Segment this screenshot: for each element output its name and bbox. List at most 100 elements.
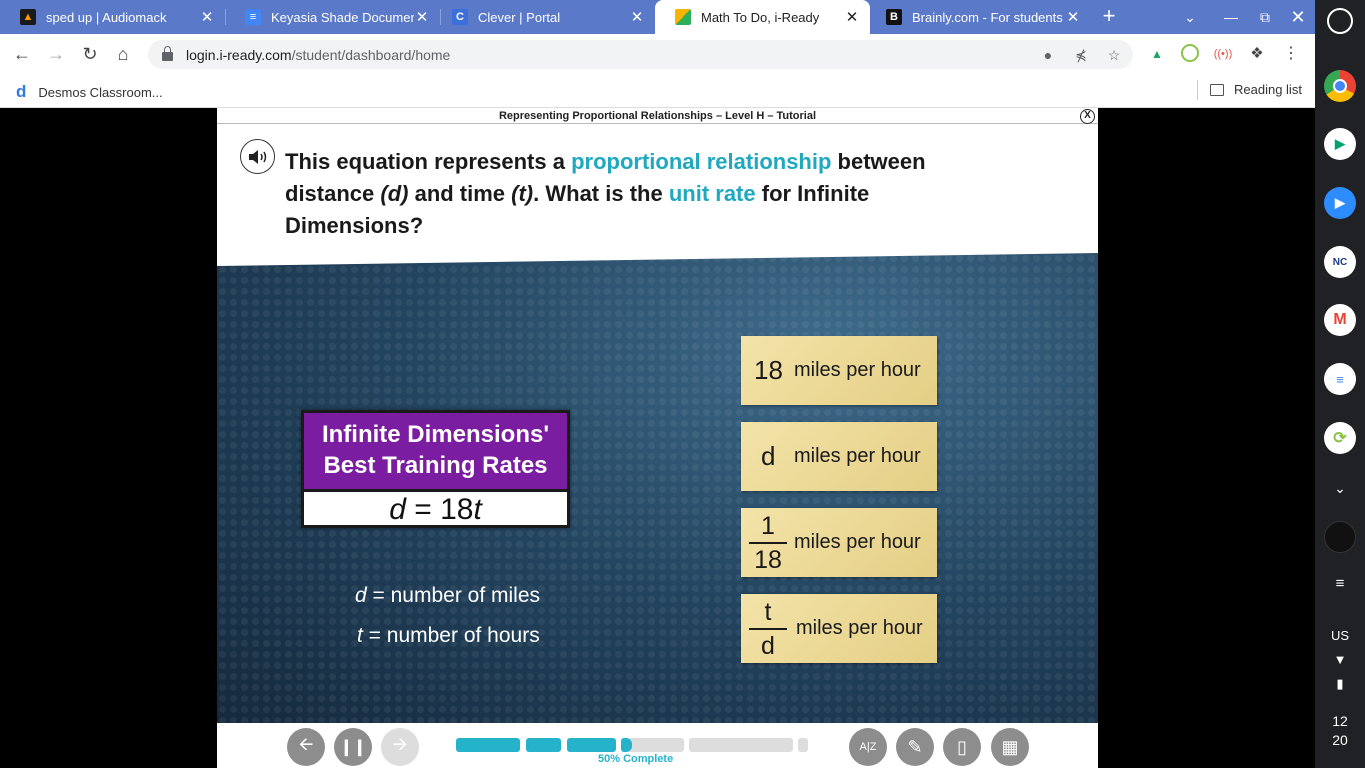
clock-hour[interactable]: 12 bbox=[1315, 713, 1365, 729]
answer-unit: miles per hour bbox=[794, 359, 921, 381]
close-window-icon[interactable]: ✕ bbox=[1283, 0, 1313, 34]
close-tab-icon[interactable]: ✕ bbox=[414, 8, 430, 26]
answer-unit: miles per hour bbox=[794, 531, 921, 553]
loading-extension-icon[interactable] bbox=[1181, 44, 1199, 62]
glossary-icon[interactable]: A|Z bbox=[849, 728, 887, 766]
tab-audiomack[interactable]: ▲ sped up | Audiomack ✕ bbox=[0, 0, 225, 34]
shelf-overflow-icon[interactable]: ⌄ bbox=[1315, 480, 1365, 497]
close-lesson-icon[interactable]: X bbox=[1080, 109, 1095, 124]
progress-segment bbox=[456, 738, 520, 752]
media-app-icon[interactable] bbox=[1324, 521, 1356, 553]
kebab-menu-icon[interactable]: ⋮ bbox=[1281, 44, 1301, 64]
notepad-icon[interactable]: ▯ bbox=[943, 728, 981, 766]
tab-title: Math To Do, i-Ready bbox=[701, 9, 820, 25]
brainly-icon: B bbox=[886, 9, 902, 25]
restore-icon[interactable]: ⧉ bbox=[1250, 0, 1280, 34]
tab-iready[interactable]: Math To Do, i-Ready ✕ bbox=[655, 0, 870, 34]
tab-clever[interactable]: C Clever | Portal ✕ bbox=[432, 0, 655, 34]
play-store-icon[interactable]: ▶ bbox=[1324, 128, 1356, 160]
lock-icon[interactable] bbox=[162, 46, 173, 61]
progress-segment bbox=[689, 738, 793, 752]
progress-segment bbox=[798, 738, 808, 752]
browser-toolbar: ← → ↻ ⌂ login.i-ready.com/student/dashbo… bbox=[0, 34, 1315, 74]
lesson-controls: 🡨 ❙❙ 🡪 50% Complete A|Z ✎ ▯ ▦ bbox=[217, 723, 1098, 768]
progress-segment bbox=[526, 738, 561, 752]
lesson-stage: Representing Proportional Relationships … bbox=[217, 108, 1098, 768]
iready-icon bbox=[675, 9, 691, 25]
media-controls-icon[interactable]: ≡ bbox=[1315, 575, 1365, 592]
rates-heading: Infinite Dimensions' Best Training Rates bbox=[304, 413, 567, 489]
location-icon[interactable]: ● bbox=[1040, 47, 1056, 63]
new-tab-icon[interactable]: + bbox=[1097, 4, 1121, 28]
progress-segment bbox=[567, 738, 616, 752]
bookmark-desmos[interactable]: d Desmos Classroom... bbox=[16, 82, 163, 102]
answer-value: 18 bbox=[754, 355, 783, 385]
progress-label: 50% Complete bbox=[598, 753, 674, 765]
calculator-icon[interactable]: ▦ bbox=[991, 728, 1029, 766]
close-tab-icon[interactable]: ✕ bbox=[199, 8, 215, 26]
term-proportional-relationship[interactable]: proportional relationship bbox=[571, 149, 831, 174]
clever-icon: C bbox=[452, 9, 468, 25]
answer-value: d bbox=[761, 441, 776, 471]
extensions-puzzle-icon[interactable]: ❖ bbox=[1247, 44, 1267, 64]
clock-minute[interactable]: 20 bbox=[1315, 732, 1365, 748]
close-tab-icon[interactable]: ✕ bbox=[844, 8, 860, 26]
battery-icon: ▮ bbox=[1336, 676, 1344, 691]
share-icon[interactable]: ⋠ bbox=[1073, 47, 1089, 63]
next-arrow-icon[interactable]: 🡪 bbox=[381, 728, 419, 766]
back-icon[interactable]: ← bbox=[10, 42, 34, 66]
nc-test-icon[interactable]: NC bbox=[1324, 246, 1356, 278]
google-docs-icon[interactable]: ≡ bbox=[1324, 363, 1356, 395]
keyboard-locale[interactable]: US bbox=[1315, 628, 1365, 643]
answer-card-d[interactable]: d miles per hour bbox=[741, 422, 937, 491]
answer-unit: miles per hour bbox=[794, 445, 921, 467]
reading-list-icon bbox=[1210, 83, 1224, 96]
zoom-icon[interactable]: ▶ bbox=[1324, 187, 1356, 219]
bookmark-star-icon[interactable]: ☆ bbox=[1106, 47, 1122, 63]
drive-extension-icon[interactable]: ▲ bbox=[1147, 44, 1167, 64]
back-arrow-icon[interactable]: 🡨 bbox=[287, 728, 325, 766]
launcher-icon[interactable] bbox=[1327, 8, 1353, 34]
definition-d: d = number of miles bbox=[355, 584, 541, 607]
tab-docs[interactable]: ≡ Keyasia Shade Document ✕ bbox=[225, 0, 440, 34]
tab-title: Brainly.com - For students bbox=[912, 9, 1063, 25]
tab-brainly[interactable]: B Brainly.com - For students ✕ bbox=[866, 0, 1091, 34]
reading-list-label: Reading list bbox=[1234, 82, 1302, 97]
gmail-icon[interactable]: M bbox=[1324, 304, 1356, 336]
desmos-icon: d bbox=[16, 82, 27, 101]
training-rates-box: Infinite Dimensions' Best Training Rates… bbox=[301, 410, 570, 528]
docs-icon: ≡ bbox=[245, 9, 261, 25]
minimize-icon[interactable]: — bbox=[1216, 0, 1246, 34]
answer-unit: miles per hour bbox=[796, 617, 923, 639]
lesson-title: Representing Proportional Relationships … bbox=[217, 108, 1098, 124]
answer-card-1-over-18[interactable]: 1 18 miles per hour bbox=[741, 508, 937, 577]
tab-search-icon[interactable]: ⌄ bbox=[1175, 0, 1205, 34]
speaker-icon[interactable] bbox=[240, 139, 275, 174]
tab-title: sped up | Audiomack bbox=[46, 9, 167, 25]
pause-icon[interactable]: ❙❙ bbox=[334, 728, 372, 766]
close-tab-icon[interactable]: ✕ bbox=[1065, 8, 1081, 26]
chrome-icon[interactable] bbox=[1324, 70, 1356, 102]
home-icon[interactable]: ⌂ bbox=[111, 42, 135, 66]
system-shelf: ▶ ▶ NC M ≡ ⟳ ⌄ ≡ US ▼ ▮ 12 20 bbox=[1315, 0, 1365, 768]
term-unit-rate[interactable]: unit rate bbox=[669, 181, 756, 206]
progress-fill bbox=[621, 738, 632, 752]
refresh-app-icon[interactable]: ⟳ bbox=[1324, 422, 1356, 454]
close-tab-icon[interactable]: ✕ bbox=[629, 8, 645, 26]
broadcast-extension-icon[interactable]: ((•)) bbox=[1213, 44, 1233, 64]
reading-list-button[interactable]: Reading list bbox=[1210, 82, 1302, 97]
url-text: login.i-ready.com/student/dashboard/home bbox=[186, 46, 451, 63]
forward-icon[interactable]: → bbox=[44, 42, 68, 66]
question-text: This equation represents a proportional … bbox=[285, 149, 926, 238]
reload-icon[interactable]: ↻ bbox=[78, 42, 102, 66]
address-bar[interactable]: login.i-ready.com/student/dashboard/home… bbox=[148, 40, 1133, 69]
tab-strip: ▲ sped up | Audiomack ✕ ≡ Keyasia Shade … bbox=[0, 0, 1315, 34]
answer-card-18[interactable]: 18 miles per hour bbox=[741, 336, 937, 405]
tab-title: Keyasia Shade Document bbox=[271, 9, 414, 25]
wifi-icon[interactable]: ▼ bbox=[1315, 652, 1365, 667]
pencil-icon[interactable]: ✎ bbox=[896, 728, 934, 766]
bookmarks-bar: d Desmos Classroom... Reading list bbox=[0, 74, 1315, 108]
answer-card-t-over-d[interactable]: t d miles per hour bbox=[741, 594, 937, 663]
bookmark-label: Desmos Classroom... bbox=[38, 84, 163, 100]
fraction: t d bbox=[748, 598, 788, 660]
